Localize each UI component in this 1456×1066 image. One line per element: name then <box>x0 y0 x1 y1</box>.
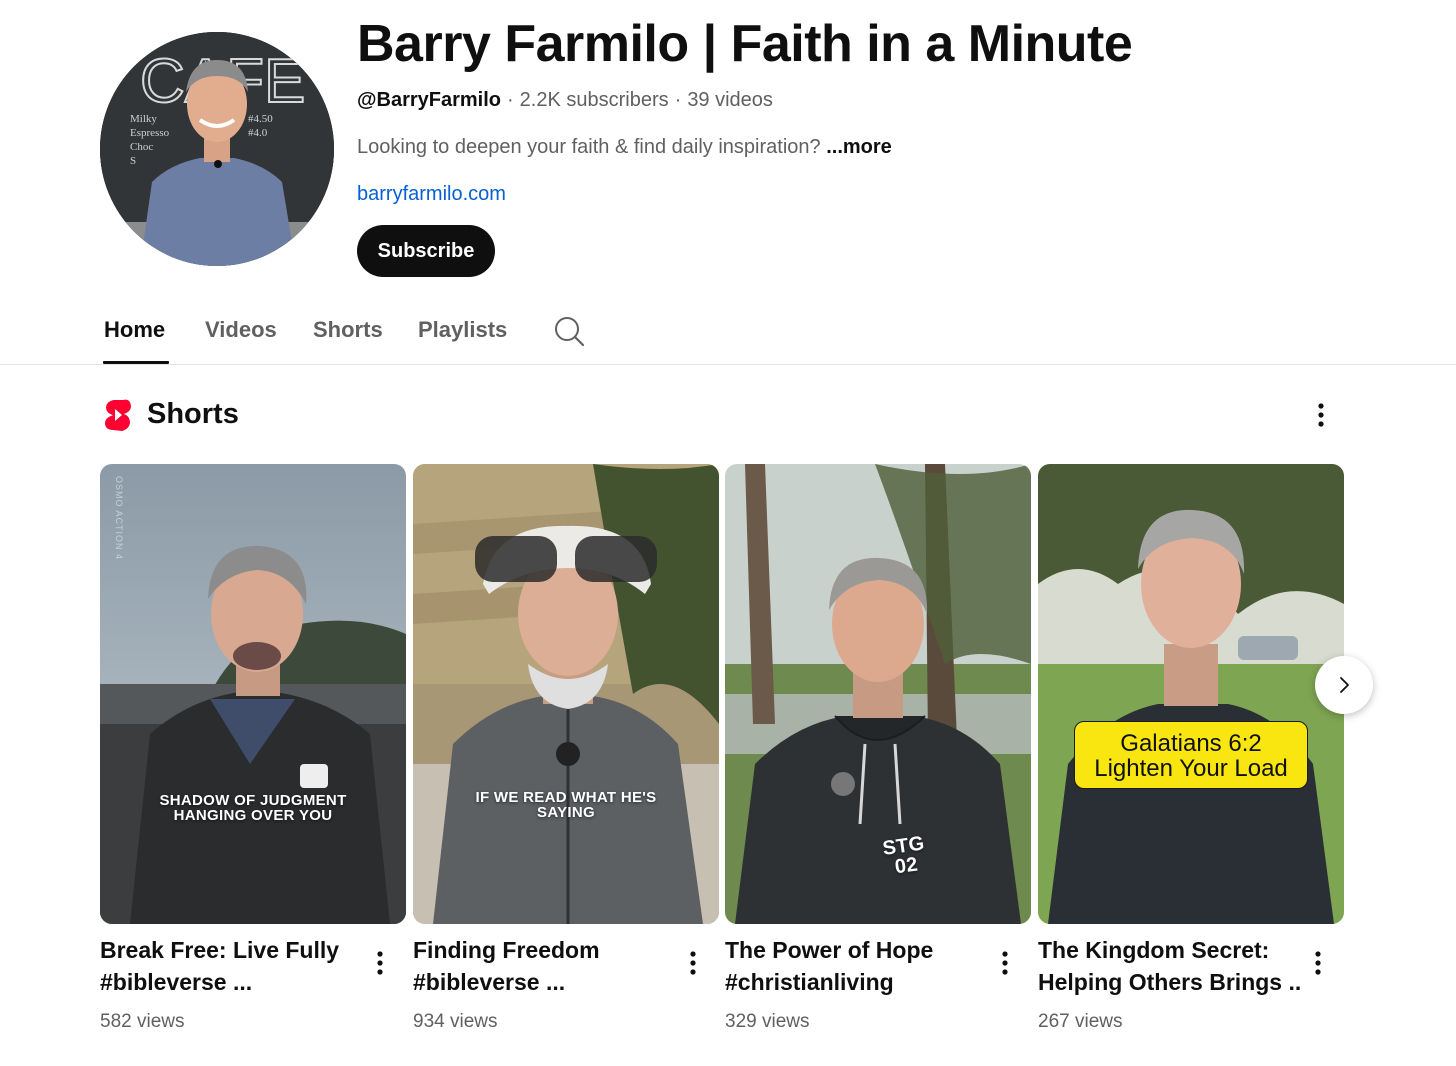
short-title-line: The Power of Hope <box>725 937 934 963</box>
channel-name: Barry Farmilo | Faith in a Minute <box>357 15 1133 73</box>
description-text: Looking to deepen your faith & find dail… <box>357 136 821 158</box>
search-icon[interactable] <box>552 314 586 348</box>
short-title[interactable]: Finding Freedom #bibleverse ... <box>413 934 675 998</box>
channel-meta: @BarryFarmilo · 2.2K subscribers · 39 videos <box>357 86 773 114</box>
tab-shorts[interactable]: Shorts <box>313 310 383 350</box>
short-card[interactable]: IF WE READ WHAT HE'S SAYING Finding Free… <box>413 464 719 1032</box>
channel-tabs: Home Videos Shorts Playlists <box>0 296 1456 365</box>
svg-text:#4.50: #4.50 <box>248 113 273 125</box>
channel-website-link[interactable]: barryfarmilo.com <box>357 180 506 208</box>
thumbnail-caption: IF WE READ WHAT HE'S SAYING <box>475 789 657 821</box>
svg-text:Choc: Choc <box>130 141 153 153</box>
short-card[interactable]: OSMO ACTION 4 SHADOW OF JUDGMENT HANGING… <box>100 464 406 1032</box>
more-vert-icon[interactable] <box>681 948 705 980</box>
short-title[interactable]: Break Free: Live Fully #bibleverse ... <box>100 934 362 998</box>
view-count: 934 views <box>413 1011 498 1032</box>
short-title-line: Break Free: Live Fully <box>100 937 340 963</box>
view-count: 582 views <box>100 1011 185 1032</box>
chevron-right-icon <box>1340 677 1349 693</box>
tab-videos[interactable]: Videos <box>205 310 277 350</box>
short-title-line: #christianliving <box>725 969 894 995</box>
short-thumbnail[interactable]: STG 02 <box>725 464 1031 924</box>
svg-text:Milky: Milky <box>130 113 157 125</box>
more-link[interactable]: ...more <box>826 136 892 158</box>
thumbnail-shirt-text: STG 02 <box>881 832 926 879</box>
short-card[interactable]: STG 02 The Power of Hope #christianlivin… <box>725 464 1031 1032</box>
short-thumbnail[interactable]: IF WE READ WHAT HE'S SAYING <box>413 464 719 924</box>
short-title-line: #bibleverse ... <box>100 969 253 995</box>
tab-playlists[interactable]: Playlists <box>418 310 507 350</box>
svg-text:Espresso: Espresso <box>130 127 170 139</box>
meta-separator: · <box>507 89 514 111</box>
shelf-title: Shorts <box>147 398 239 430</box>
view-count: 267 views <box>1038 1011 1123 1032</box>
youtube-shorts-icon <box>104 398 132 432</box>
subscribe-button[interactable]: Subscribe <box>357 225 495 277</box>
svg-text:#4.0: #4.0 <box>248 127 268 139</box>
short-thumbnail[interactable]: Galatians 6:2 Lighten Your Load <box>1038 464 1344 924</box>
short-title[interactable]: The Power of Hope #christianliving <box>725 934 987 998</box>
short-title-line: Helping Others Brings ... <box>1038 969 1300 995</box>
channel-description[interactable]: Looking to deepen your faith & find dail… <box>357 133 892 161</box>
thumbnail-label: Galatians 6:2 Lighten Your Load <box>1074 721 1308 789</box>
view-count: 329 views <box>725 1011 810 1032</box>
more-vert-icon[interactable] <box>1306 399 1336 431</box>
short-card[interactable]: Galatians 6:2 Lighten Your Load The King… <box>1038 464 1344 1032</box>
tab-home[interactable]: Home <box>102 310 170 364</box>
channel-avatar[interactable]: CAFE Milky Espresso Choc S #4.50 #4.0 <box>100 32 334 266</box>
thumbnail-caption: SHADOW OF JUDGMENT HANGING OVER YOU <box>159 792 347 824</box>
subscriber-count: 2.2K subscribers <box>519 89 669 111</box>
more-vert-icon[interactable] <box>1306 948 1330 980</box>
short-title[interactable]: The Kingdom Secret: Helping Others Bring… <box>1038 934 1300 998</box>
video-count: 39 videos <box>687 89 773 111</box>
short-title-line: Finding Freedom <box>413 937 600 963</box>
more-vert-icon[interactable] <box>368 948 392 980</box>
thumbnail-watermark: OSMO ACTION 4 <box>114 476 124 561</box>
short-thumbnail[interactable]: OSMO ACTION 4 SHADOW OF JUDGMENT HANGING… <box>100 464 406 924</box>
svg-text:S: S <box>130 155 136 167</box>
short-title-line: The Kingdom Secret: <box>1038 937 1270 963</box>
more-vert-icon[interactable] <box>993 948 1017 980</box>
meta-separator: · <box>674 89 682 111</box>
shelf-next-button[interactable] <box>1315 656 1373 714</box>
short-title-line: #bibleverse ... <box>413 969 566 995</box>
channel-handle: @BarryFarmilo <box>357 89 501 111</box>
